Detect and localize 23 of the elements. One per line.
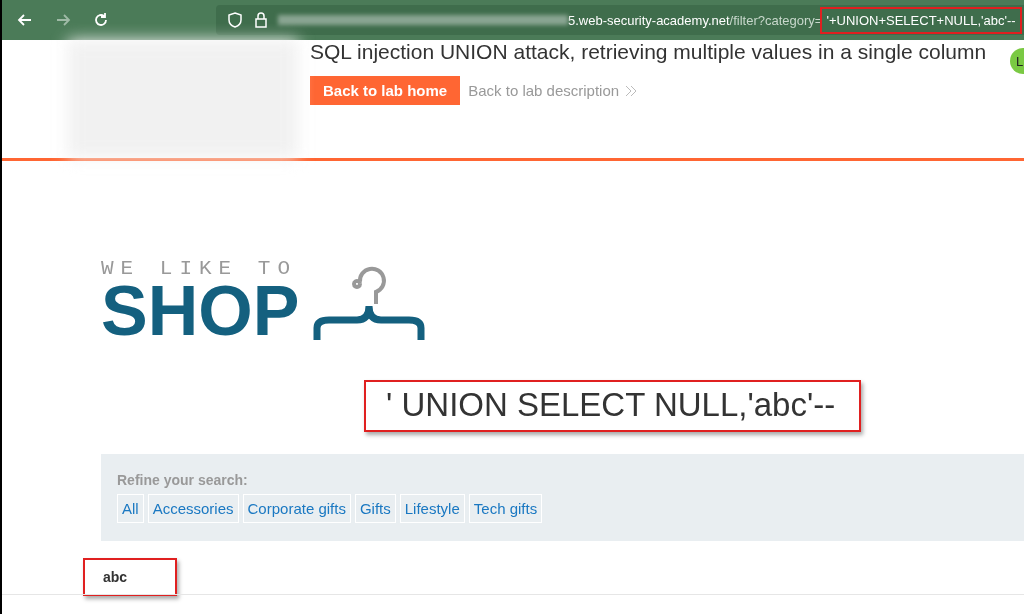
category-link[interactable]: Accessories (147, 494, 239, 523)
category-link[interactable]: Gifts (354, 494, 396, 523)
shop-tagline: WE LIKE TO (101, 257, 299, 280)
url-payload: '+UNION+SELECT+NULL,'abc'-- (820, 6, 1022, 34)
lab-title: SQL injection UNION attack, retrieving multiple values in a single column (310, 40, 988, 64)
shield-icon[interactable] (226, 11, 244, 29)
back-to-lab-description-link[interactable]: Back to lab description (468, 82, 638, 99)
product-name: abc (103, 569, 128, 585)
category-link[interactable]: Corporate gifts (242, 494, 351, 523)
back-to-lab-home-button[interactable]: Back to lab home (310, 76, 461, 105)
search-heading: ' UNION SELECT NULL,'abc'-- (386, 386, 836, 424)
reload-icon[interactable] (92, 11, 110, 29)
shop-name: SHOP (101, 280, 300, 342)
url-host: 5.web-security-academy.net (568, 12, 730, 28)
url-path: /filter?category= (729, 12, 823, 28)
refine-label: Refine your search: (117, 472, 249, 488)
double-chevron-icon (625, 84, 638, 97)
lock-icon[interactable] (252, 11, 270, 29)
address-bar[interactable]: 5.web-security-academy.net/filter?category= '+UNION+SELECT+NULL,'abc'-- (216, 5, 1024, 35)
category-link[interactable]: Tech gifts (468, 494, 543, 523)
avatar[interactable]: L (1010, 48, 1024, 74)
category-link[interactable]: Lifestyle (399, 494, 465, 523)
category-link[interactable]: All (117, 494, 144, 523)
